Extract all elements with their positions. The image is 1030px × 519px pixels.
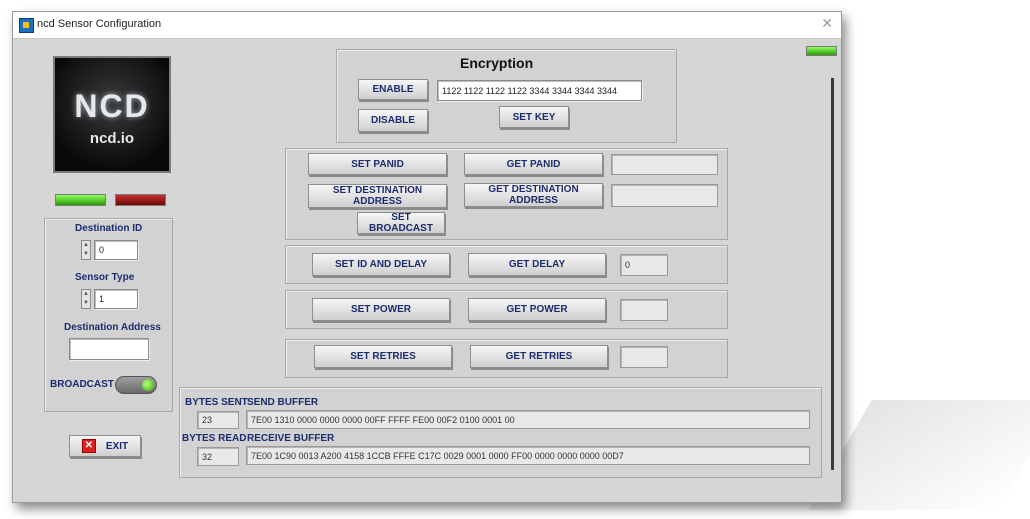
logo-site: ncd.io — [89, 130, 135, 147]
receive-buffer-label: RECEIVE BUFFER — [247, 433, 335, 444]
set-key-button[interactable]: SET KEY — [499, 106, 569, 128]
set-id-and-delay-button[interactable]: SET ID AND DELAY — [312, 253, 450, 276]
send-buffer-field: 7E00 1310 0000 0000 0000 00FF FFFF FE00 … — [246, 410, 810, 429]
receive-buffer-field: 7E00 1C90 0013 A200 4158 1CCB FFFE C17C … — [246, 446, 810, 465]
status-led-top-right — [806, 46, 837, 56]
broadcast-toggle[interactable] — [115, 376, 157, 394]
bytes-sent-value: 23 — [197, 411, 239, 429]
encryption-key-input[interactable]: 1122 1122 1122 1122 3344 3344 3344 3344 — [437, 80, 642, 101]
sensor-type-spinner[interactable]: ▲ ▼ — [81, 289, 91, 309]
sensor-type-input[interactable]: 1 — [94, 289, 138, 309]
destination-value-field — [611, 184, 718, 207]
set-destination-address-button[interactable]: SET DESTINATION ADDRESS — [308, 184, 447, 208]
disable-button[interactable]: DISABLE — [358, 109, 428, 132]
app-window: ncd Sensor Configuration ✕ NCD ncd.io De… — [12, 11, 842, 503]
exit-icon: ✕ — [81, 439, 96, 453]
bytes-read-value: 32 — [197, 447, 239, 466]
destination-id-spinner[interactable]: ▲ ▼ — [81, 240, 91, 260]
bytes-read-label: BYTES READ — [182, 433, 247, 444]
get-power-button[interactable]: GET POWER — [468, 298, 606, 321]
destination-address-input[interactable] — [69, 338, 149, 360]
get-destination-address-button[interactable]: GET DESTINATION ADDRESS — [464, 183, 603, 207]
delay-value-field: 0 — [620, 254, 668, 276]
destination-id-label: Destination ID — [75, 223, 143, 234]
get-delay-button[interactable]: GET DELAY — [468, 253, 606, 276]
title-bar: ncd Sensor Configuration ✕ — [13, 12, 841, 39]
set-retries-button[interactable]: SET RETRIES — [314, 345, 452, 368]
ncd-logo: NCD ncd.io — [53, 56, 171, 173]
set-power-button[interactable]: SET POWER — [312, 298, 450, 321]
app-icon — [19, 18, 34, 33]
destination-address-label: Destination Address — [64, 322, 161, 333]
status-led-green — [55, 194, 106, 206]
get-retries-button[interactable]: GET RETRIES — [470, 345, 608, 368]
set-panid-button[interactable]: SET PANID — [308, 153, 447, 175]
set-broadcast-button[interactable]: SET BROADCAST — [357, 212, 445, 234]
broadcast-label: BROADCAST — [50, 379, 114, 390]
status-led-red — [115, 194, 166, 206]
sensor-type-label: Sensor Type — [75, 272, 135, 283]
enable-button[interactable]: ENABLE — [358, 79, 428, 100]
encryption-title: Encryption — [460, 55, 534, 71]
get-panid-button[interactable]: GET PANID — [464, 153, 603, 175]
window-title: ncd Sensor Configuration — [37, 18, 162, 30]
retries-value-field — [620, 346, 668, 368]
broadcast-toggle-knob — [142, 379, 154, 391]
logo-mark: NCD — [74, 88, 150, 124]
exit-label: EXIT — [105, 440, 129, 452]
close-icon[interactable]: ✕ — [821, 15, 833, 32]
vertical-scrollbar[interactable] — [831, 78, 834, 470]
panid-value-field — [611, 154, 718, 175]
send-buffer-label: SEND BUFFER — [247, 397, 319, 408]
exit-button[interactable]: ✕ EXIT — [69, 435, 141, 457]
bytes-sent-label: BYTES SENT — [185, 397, 248, 408]
destination-id-input[interactable]: 0 — [94, 240, 138, 260]
power-value-field — [620, 299, 668, 321]
